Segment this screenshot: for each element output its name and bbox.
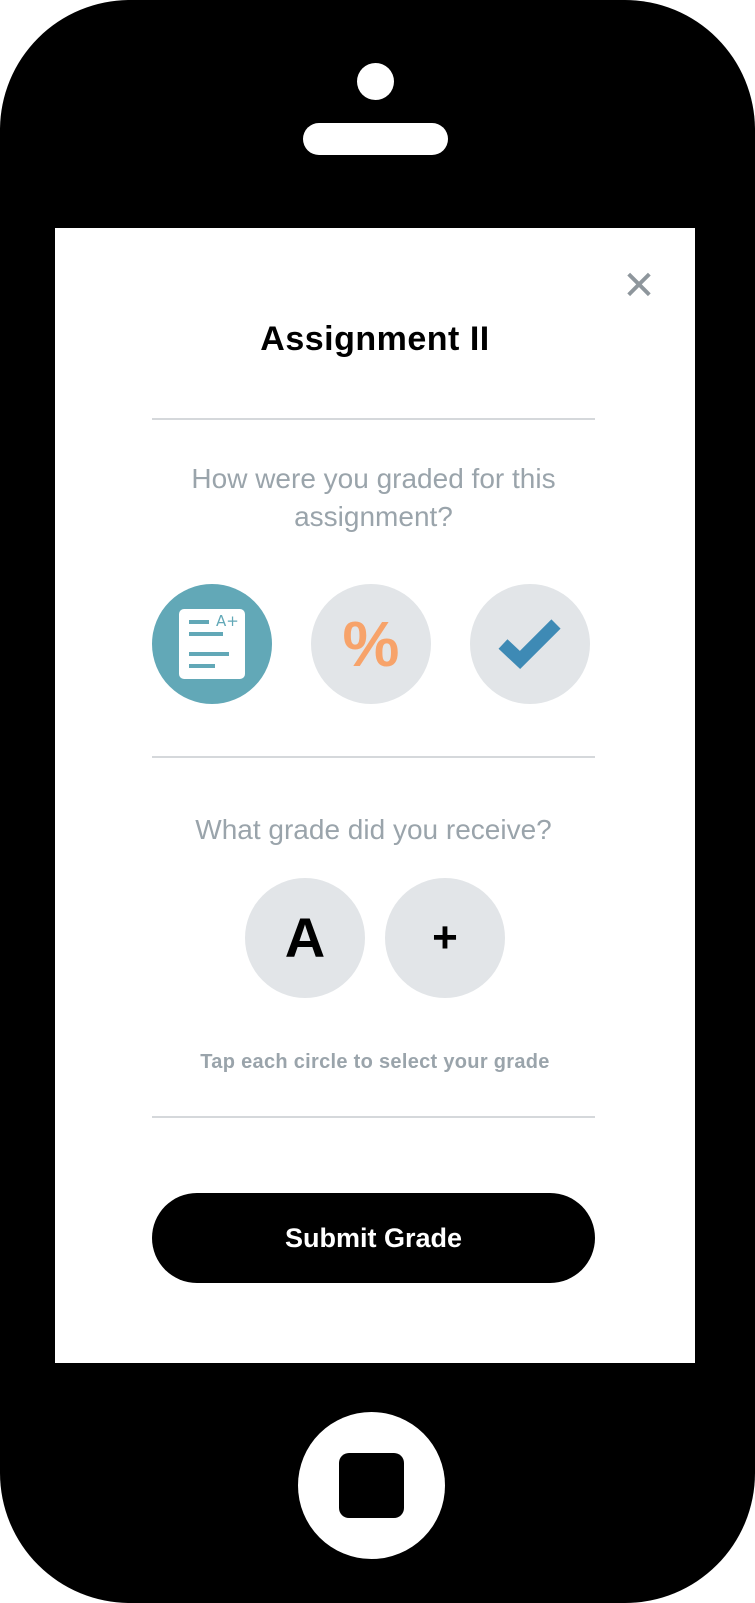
letter-grade-option[interactable]: A+ — [152, 584, 272, 704]
grade-letter: A — [284, 906, 326, 969]
page-title: Assignment II — [260, 320, 490, 358]
percent-icon: % — [342, 608, 400, 680]
grade-modifier-selector[interactable]: + — [385, 878, 505, 998]
grading-method-question: How were you graded for this assignment? — [191, 463, 556, 532]
divider — [152, 1116, 595, 1118]
camera — [357, 63, 394, 100]
submit-grade-button[interactable]: Submit Grade — [152, 1193, 595, 1283]
document-a-plus-icon: A+ — [179, 609, 245, 679]
close-icon[interactable]: ✕ — [619, 266, 659, 306]
home-button[interactable] — [298, 1412, 445, 1559]
percentage-option[interactable]: % — [311, 584, 431, 704]
grade-modifier: + — [432, 913, 458, 962]
grade-question: What grade did you receive? — [195, 814, 552, 845]
grade-dialog: ✕ Assignment II How were you graded for … — [55, 228, 695, 1363]
speaker — [303, 123, 448, 155]
selection-hint: Tap each circle to select your grade — [200, 1051, 550, 1073]
grade-letter-selector[interactable]: A — [245, 878, 365, 998]
phone-frame: ✕ Assignment II How were you graded for … — [0, 0, 755, 1603]
checkmark-icon — [498, 619, 561, 670]
divider — [152, 756, 595, 758]
divider — [152, 418, 595, 420]
home-square-icon — [339, 1453, 404, 1518]
pass-fail-option[interactable] — [470, 584, 590, 704]
